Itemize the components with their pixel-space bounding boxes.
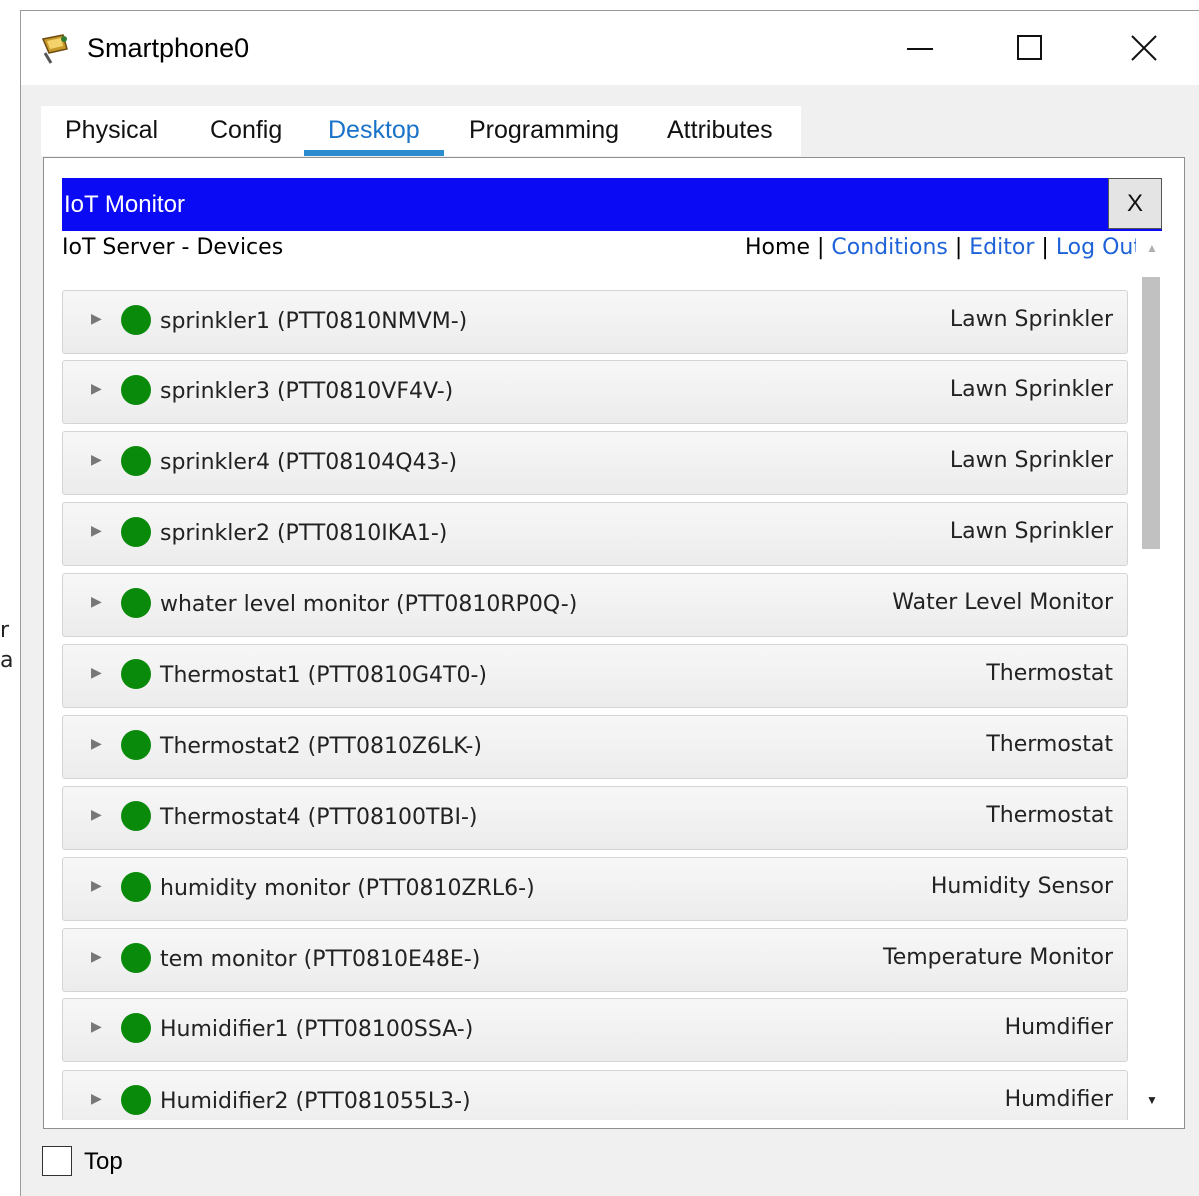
device-name: Thermostat2 (PTT0810Z6LK-) xyxy=(160,734,482,759)
device-row[interactable]: ▶ sprinkler2 (PTT0810IKA1-) Lawn Sprinkl… xyxy=(62,502,1128,566)
tab-desktop[interactable]: Desktop xyxy=(328,116,420,145)
background-fragment: a xyxy=(0,648,14,673)
device-type: Lawn Sprinkler xyxy=(949,519,1113,544)
device-row[interactable]: ▶ Humidifier1 (PTT08100SSA-) Humdifier xyxy=(62,998,1128,1062)
expand-caret-icon[interactable]: ▶ xyxy=(91,735,102,752)
device-type: Lawn Sprinkler xyxy=(949,377,1113,402)
expand-caret-icon[interactable]: ▶ xyxy=(91,593,102,610)
nav-home-label[interactable]: Home xyxy=(745,235,810,260)
status-online-icon xyxy=(121,1013,151,1043)
minimize-icon[interactable] xyxy=(897,25,943,71)
scrollbar-thumb[interactable] xyxy=(1142,277,1160,549)
device-row[interactable]: ▶ sprinkler4 (PTT08104Q43-) Lawn Sprinkl… xyxy=(62,431,1128,495)
expand-caret-icon[interactable]: ▶ xyxy=(91,310,102,327)
device-name: sprinkler4 (PTT08104Q43-) xyxy=(160,450,458,475)
server-title: IoT Server - Devices xyxy=(62,235,284,260)
status-online-icon xyxy=(121,659,151,689)
status-online-icon xyxy=(121,943,151,973)
iot-monitor-titlebar: IoT Monitor X xyxy=(62,178,1162,231)
device-type: Thermostat xyxy=(986,661,1113,686)
expand-caret-icon[interactable]: ▶ xyxy=(91,451,102,468)
device-name: humidity monitor (PTT0810ZRL6-) xyxy=(160,876,535,901)
maximize-icon[interactable] xyxy=(1007,25,1053,71)
top-checkbox[interactable] xyxy=(42,1146,72,1176)
expand-caret-icon[interactable]: ▶ xyxy=(91,806,102,823)
device-row[interactable]: ▶ sprinkler3 (PTT0810VF4V-) Lawn Sprinkl… xyxy=(62,360,1128,424)
device-name: Thermostat4 (PTT08100TBI-) xyxy=(160,805,478,830)
expand-caret-icon[interactable]: ▶ xyxy=(91,664,102,681)
nav-separator: | xyxy=(1041,235,1049,260)
status-online-icon xyxy=(121,872,151,902)
background-workspace: r a xyxy=(0,0,20,1195)
tab-programming[interactable]: Programming xyxy=(469,116,619,145)
device-name: Humidifier1 (PTT08100SSA-) xyxy=(160,1017,474,1042)
close-icon[interactable] xyxy=(1121,25,1167,71)
device-row[interactable]: ▶ Thermostat1 (PTT0810G4T0-) Thermostat xyxy=(62,644,1128,708)
device-row[interactable]: ▶ Thermostat4 (PTT08100TBI-) Thermostat xyxy=(62,786,1128,850)
expand-caret-icon[interactable]: ▶ xyxy=(91,877,102,894)
scroll-down-arrow-icon[interactable]: ▼ xyxy=(1146,1093,1158,1107)
nav-editor-link[interactable]: Editor xyxy=(969,235,1034,260)
top-checkbox-label: Top xyxy=(84,1148,123,1175)
device-name: sprinkler2 (PTT0810IKA1-) xyxy=(160,521,448,546)
device-row[interactable]: ▶ sprinkler1 (PTT0810NMVM-) Lawn Sprinkl… xyxy=(62,290,1128,354)
title-bar[interactable]: Smartphone0 xyxy=(21,11,1199,85)
tab-attributes[interactable]: Attributes xyxy=(667,116,773,145)
device-name: tem monitor (PTT0810E48E-) xyxy=(160,947,481,972)
device-row[interactable]: ▶ humidity monitor (PTT0810ZRL6-) Humidi… xyxy=(62,857,1128,921)
background-fragment: r xyxy=(0,618,10,643)
device-type: Lawn Sprinkler xyxy=(949,307,1113,332)
nav-logout-link[interactable]: Log Out xyxy=(1056,235,1142,260)
device-type: Thermostat xyxy=(986,803,1113,828)
device-name: whater level monitor (PTT0810RP0Q-) xyxy=(160,592,578,617)
expand-caret-icon[interactable]: ▶ xyxy=(91,1018,102,1035)
nav-conditions-link[interactable]: Conditions xyxy=(831,235,947,260)
status-online-icon xyxy=(121,730,151,760)
expand-caret-icon[interactable]: ▶ xyxy=(91,380,102,397)
status-online-icon xyxy=(121,588,151,618)
scroll-up-arrow-icon[interactable]: ▲ xyxy=(1146,241,1158,255)
expand-caret-icon[interactable]: ▶ xyxy=(91,522,102,539)
tab-config[interactable]: Config xyxy=(210,116,282,145)
tab-physical[interactable]: Physical xyxy=(65,116,158,145)
device-window: Smartphone0 Physical Config Desktop Prog… xyxy=(20,10,1199,1196)
status-online-icon xyxy=(121,801,151,831)
device-row[interactable]: ▶ whater level monitor (PTT0810RP0Q-) Wa… xyxy=(62,573,1128,637)
smartphone-app-icon xyxy=(41,34,68,64)
device-type: Humidity Sensor xyxy=(930,874,1113,899)
server-header: IoT Server - Devices Home | Conditions |… xyxy=(62,235,1142,269)
nav-separator: | xyxy=(816,235,825,260)
device-row[interactable]: ▶ Thermostat2 (PTT0810Z6LK-) Thermostat xyxy=(62,715,1128,779)
device-name: sprinkler1 (PTT0810NMVM-) xyxy=(160,309,468,334)
active-tab-indicator xyxy=(304,150,444,156)
device-list-scrollbar[interactable]: ▲ ▼ xyxy=(1136,235,1168,1122)
expand-caret-icon[interactable]: ▶ xyxy=(91,948,102,965)
device-type: Thermostat xyxy=(986,732,1113,757)
device-type: Humdifier xyxy=(1004,1087,1113,1112)
expand-caret-icon[interactable]: ▶ xyxy=(91,1090,102,1107)
device-list: ▶ sprinkler1 (PTT0810NMVM-) Lawn Sprinkl… xyxy=(62,290,1132,1120)
status-online-icon xyxy=(121,446,151,476)
device-name: Humidifier2 (PTT081055L3-) xyxy=(160,1089,471,1114)
device-row[interactable]: ▶ Humidifier2 (PTT081055L3-) Humdifier xyxy=(62,1070,1128,1120)
tab-bar: Physical Config Desktop Programming Attr… xyxy=(41,106,801,156)
status-online-icon xyxy=(121,1085,151,1115)
status-online-icon xyxy=(121,517,151,547)
device-name: sprinkler3 (PTT0810VF4V-) xyxy=(160,379,454,404)
iot-close-button[interactable]: X xyxy=(1108,178,1162,229)
device-type: Lawn Sprinkler xyxy=(949,448,1113,473)
iot-monitor-title: IoT Monitor xyxy=(64,191,185,218)
window-title: Smartphone0 xyxy=(87,33,250,63)
status-online-icon xyxy=(121,375,151,405)
nav-separator: | xyxy=(954,235,963,260)
device-name: Thermostat1 (PTT0810G4T0-) xyxy=(160,663,487,688)
device-type: Humdifier xyxy=(1004,1015,1113,1040)
server-nav: Home | Conditions | Editor | Log Out xyxy=(745,235,1142,260)
device-row[interactable]: ▶ tem monitor (PTT0810E48E-) Temperature… xyxy=(62,928,1128,992)
status-online-icon xyxy=(121,305,151,335)
device-type: Temperature Monitor xyxy=(883,945,1113,970)
desktop-panel: IoT Monitor X IoT Server - Devices Home … xyxy=(43,157,1185,1129)
device-type: Water Level Monitor xyxy=(892,590,1113,615)
